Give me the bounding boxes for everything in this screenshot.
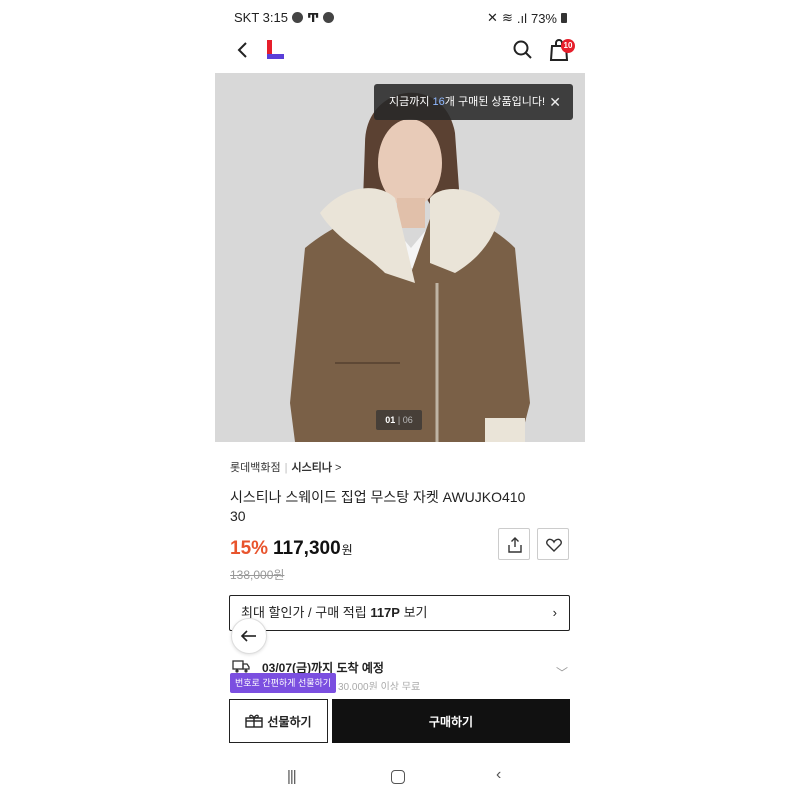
max-discount-button[interactable]: 최대 할인가 / 구매 적립 117P 보기 › xyxy=(229,595,570,631)
status-left: SKT 3:15 Ͳ xyxy=(234,10,335,25)
gift-tooltip: 번호로 간편하게 선물하기 xyxy=(230,673,337,693)
image-counter-total: 06 xyxy=(402,415,413,425)
signal-icon: .ıl xyxy=(516,10,527,26)
heart-icon xyxy=(546,538,562,552)
brand-link[interactable]: 시스티나 xyxy=(291,462,331,474)
wifi-icon: ≋ xyxy=(501,10,513,25)
lotte-on-logo[interactable] xyxy=(267,40,285,60)
logo-bar-purple xyxy=(267,54,284,59)
image-counter: 01 | 06 xyxy=(376,410,422,430)
android-nav-bar: ||| ‹ xyxy=(215,758,585,798)
nav-back-icon[interactable]: ‹ xyxy=(496,766,501,784)
chevron-down-icon[interactable]: ﹀ xyxy=(556,664,568,681)
model-photo xyxy=(215,73,585,442)
back-button[interactable] xyxy=(231,38,255,62)
currency-unit: 원 xyxy=(341,543,353,557)
arrow-left-icon xyxy=(240,630,256,642)
mute-icon: ✕ xyxy=(487,10,498,25)
bottom-action-bar: 선물하기 구매하기 xyxy=(215,690,585,750)
original-price: 138,000원 xyxy=(230,568,285,582)
toast-count: 16 xyxy=(432,96,445,108)
cart-count-badge: 10 xyxy=(561,39,575,53)
buy-button[interactable]: 구매하기 xyxy=(332,699,570,743)
recent-apps-icon[interactable]: ||| xyxy=(287,768,297,785)
benefit-suffix: 보기 xyxy=(399,605,428,620)
price-row: 15% 117,300 원 xyxy=(230,538,353,560)
notification-icon xyxy=(323,12,335,23)
image-counter-current: 01 xyxy=(385,415,396,425)
share-button[interactable] xyxy=(498,528,530,560)
chevron-right-icon: › xyxy=(552,605,557,620)
share-icon xyxy=(508,537,522,553)
toast-suffix: 개 구매된 상품입니다! xyxy=(444,96,546,108)
phone-screen: SKT 3:15 Ͳ ✕ ≋ .ıl 73% 10 지금까지 16개 구매된 상… xyxy=(215,0,585,800)
truck-icon xyxy=(232,660,250,673)
battery-level: 73% xyxy=(530,10,557,26)
toast-prefix: 지금까지 xyxy=(389,96,433,108)
message-icon xyxy=(291,12,303,23)
store-name[interactable]: 롯데백화점 xyxy=(230,462,281,474)
sale-price: 117,300 xyxy=(273,538,341,559)
app-header: 10 xyxy=(215,34,585,70)
status-bar: SKT 3:15 Ͳ ✕ ≋ .ıl 73% xyxy=(215,0,585,34)
breadcrumb: 롯데백화점 | 시스티나 > xyxy=(230,459,341,475)
breadcrumb-separator: | xyxy=(284,462,288,474)
benefit-prefix: 최대 할인가 / 구매 적립 xyxy=(241,605,371,620)
home-icon[interactable] xyxy=(391,770,405,784)
chevron-right-icon: > xyxy=(335,462,342,474)
image-counter-divider: | xyxy=(397,415,401,425)
benefit-points: 117P xyxy=(370,605,400,620)
floating-back-button[interactable] xyxy=(231,618,267,654)
purchase-count-toast: 지금까지 16개 구매된 상품입니다! ✕ xyxy=(374,84,573,120)
tmap-icon: Ͳ xyxy=(306,10,320,25)
product-image[interactable]: 지금까지 16개 구매된 상품입니다! ✕ 01 | 06 xyxy=(215,73,585,442)
carrier-time: SKT 3:15 xyxy=(234,10,288,25)
gift-icon xyxy=(245,714,264,728)
wishlist-button[interactable] xyxy=(537,528,569,560)
search-button[interactable] xyxy=(511,38,535,62)
close-icon[interactable]: ✕ xyxy=(549,84,561,120)
back-arrow-icon xyxy=(237,42,247,58)
gift-button[interactable]: 선물하기 xyxy=(229,699,328,743)
battery-icon xyxy=(561,13,567,23)
discount-rate: 15% xyxy=(230,538,269,559)
gift-button-label: 선물하기 xyxy=(267,714,312,729)
search-icon xyxy=(513,40,532,59)
product-title: 시스티나 스웨이드 집업 무스탕 자켓 AWUJKO410 30 xyxy=(230,489,526,524)
status-right: ✕ ≋ .ıl 73% xyxy=(487,10,567,26)
